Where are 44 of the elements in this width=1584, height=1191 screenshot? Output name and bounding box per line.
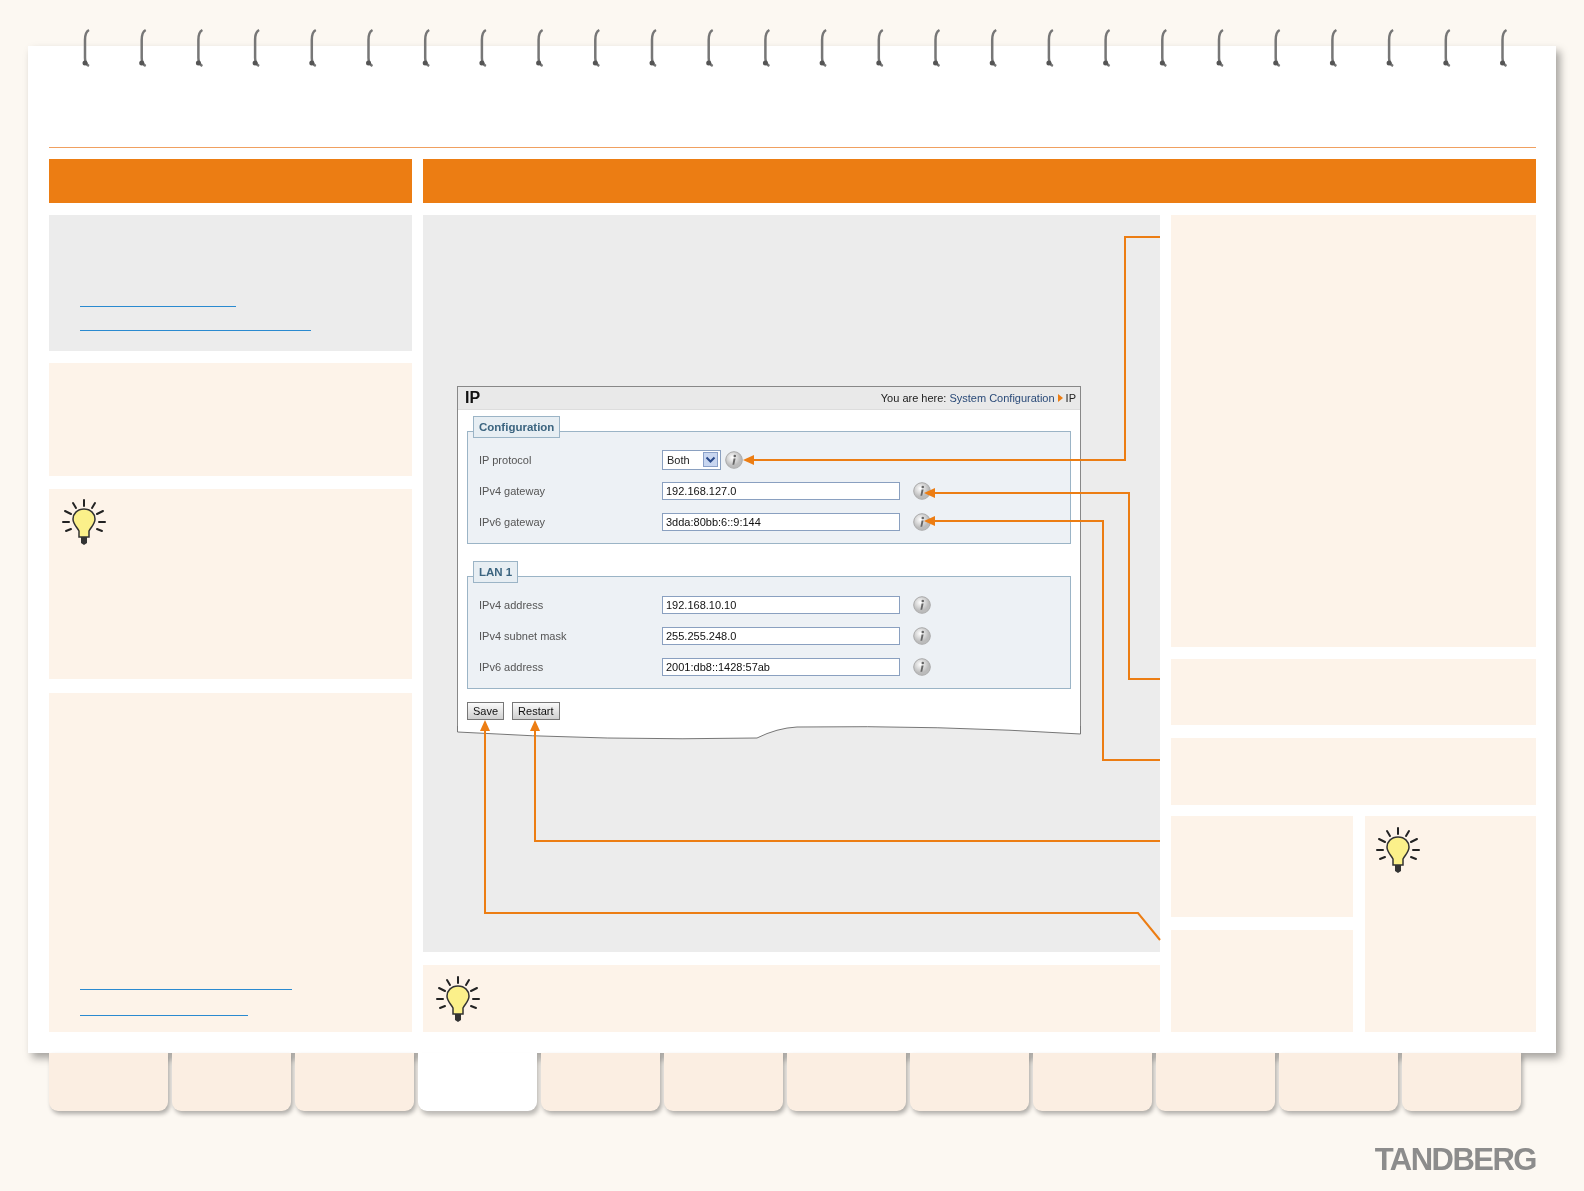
chapter-tab[interactable] (664, 1053, 783, 1111)
chapter-tab[interactable] (418, 1053, 537, 1111)
page-title: IP (465, 389, 481, 407)
field-label: IPv6 address (479, 660, 545, 673)
chapter-tab[interactable] (49, 1053, 168, 1111)
input-field[interactable]: 192.168.10.10 (662, 595, 900, 614)
chapter-tab[interactable] (295, 1053, 414, 1111)
field-label: IPv4 address (479, 598, 545, 611)
info-icon[interactable] (913, 595, 931, 614)
save-button[interactable]: Save (467, 702, 505, 720)
chapter-tab[interactable] (910, 1053, 1029, 1111)
lightbulb-icon (1375, 826, 1421, 876)
breadcrumb-arrow-icon (1057, 394, 1063, 402)
protocol-dropdown[interactable]: Both (662, 449, 721, 470)
breadcrumb-link[interactable]: System Configuration (949, 392, 1055, 404)
field-label: IPv6 gateway (479, 515, 547, 528)
chapter-tab[interactable] (787, 1053, 906, 1111)
input-field[interactable]: 192.168.127.0 (662, 481, 900, 500)
restart-button[interactable]: Restart (512, 702, 560, 720)
chapter-tab[interactable] (1279, 1053, 1398, 1111)
section-legend: Configuration (473, 416, 561, 438)
section-legend: LAN 1 (473, 561, 519, 583)
breadcrumb-current: IP (1065, 392, 1076, 404)
info-icon[interactable] (913, 657, 931, 676)
field-label: IP protocol (479, 453, 533, 466)
input-field[interactable]: 3dda:80bb:6::9:144 (662, 512, 900, 531)
info-icon[interactable] (913, 626, 931, 645)
breadcrumb-label: You are here: (880, 392, 947, 404)
field-label: IPv4 gateway (479, 484, 547, 497)
info-icon[interactable] (913, 481, 931, 500)
info-icon[interactable] (913, 512, 931, 531)
input-field[interactable]: 2001:db8::1428:57ab (662, 657, 900, 676)
chapter-tab[interactable] (172, 1053, 291, 1111)
chapter-tab[interactable] (1402, 1053, 1521, 1111)
chapter-tab[interactable] (1033, 1053, 1152, 1111)
field-label: IPv4 subnet mask (479, 629, 568, 642)
chapter-tab[interactable] (1156, 1053, 1275, 1111)
chapter-tab[interactable] (541, 1053, 660, 1111)
caret-icon (703, 452, 718, 467)
lightbulb-icon (435, 975, 481, 1025)
logo: TANDBERG (1374, 1142, 1536, 1178)
info-icon[interactable] (725, 450, 743, 469)
input-field[interactable]: 255.255.248.0 (662, 626, 900, 645)
lightbulb-icon (61, 498, 107, 548)
